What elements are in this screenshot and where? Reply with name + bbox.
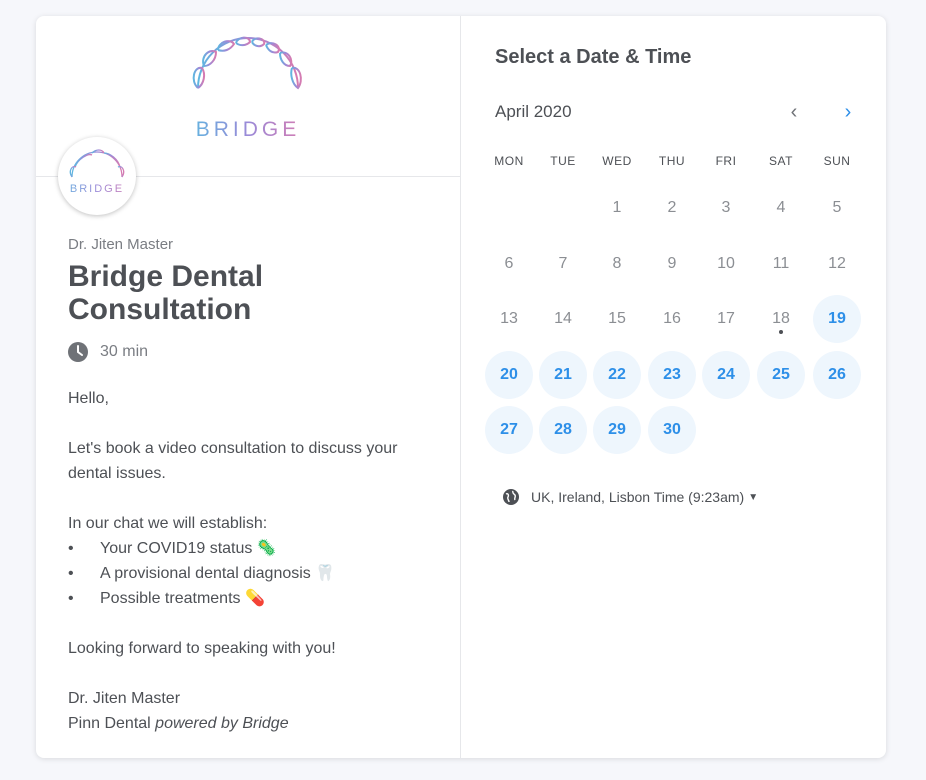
intro-text: Let's book a video consultation to discu…	[68, 440, 398, 482]
avatar-logo-arch	[69, 149, 125, 178]
weekday-fri: FRI	[715, 154, 737, 168]
calendar-day-2: 2	[667, 199, 677, 216]
powered-by: powered by Bridge	[155, 715, 289, 732]
calendar-day-28[interactable]: 28	[539, 406, 587, 454]
calendar-day-20[interactable]: 20	[485, 351, 533, 399]
weekday-header: MON TUE WED THU FRI SAT SUN	[485, 154, 867, 170]
calendar-day-13: 13	[500, 310, 518, 327]
calendar-day-3: 3	[721, 199, 731, 216]
calendar-day-5: 5	[832, 199, 842, 216]
calendar-day-14: 14	[554, 310, 572, 327]
calendar-day-6: 6	[504, 255, 514, 272]
calendar-day-29[interactable]: 29	[593, 406, 641, 454]
calendar-day-15: 15	[608, 310, 626, 327]
tooth-icon: 🦷	[315, 565, 336, 582]
calendar-day-19[interactable]: 19	[813, 295, 861, 343]
booking-card: BRIDGE BRIDGE Dr. Jiten Master Bridge De…	[36, 16, 886, 758]
calendar-day-9: 9	[667, 255, 677, 272]
event-description: Hello, Let's book a video consultation t…	[68, 386, 438, 736]
globe-icon	[503, 489, 519, 505]
calendar-day-4: 4	[776, 199, 786, 216]
calendar-day-11: 11	[772, 255, 790, 272]
calendar-day-22[interactable]: 22	[593, 351, 641, 399]
timezone-selector[interactable]: UK, Ireland, Lisbon Time (9:23am) ▼	[503, 487, 758, 507]
weekday-tue: TUE	[550, 154, 576, 168]
calendar-day-24[interactable]: 24	[702, 351, 750, 399]
weekday-sat: SAT	[769, 154, 793, 168]
calendar-day-23[interactable]: 23	[648, 351, 696, 399]
event-details-panel: BRIDGE BRIDGE Dr. Jiten Master Bridge De…	[36, 16, 461, 758]
signature-line: Pinn Dental powered by Bridge	[68, 711, 438, 736]
list-item: A provisional dental diagnosis 🦷	[68, 561, 438, 586]
calendar-panel: Select a Date & Time April 2020 ‹ › MON T…	[461, 16, 886, 758]
calendar-day-30[interactable]: 30	[648, 406, 696, 454]
pill-icon: 💊	[244, 590, 265, 607]
weekday-sun: SUN	[823, 154, 851, 168]
calendar-day-8: 8	[612, 255, 622, 272]
calendar-day-16: 16	[663, 310, 681, 327]
greeting: Hello,	[68, 390, 109, 407]
caret-down-icon: ▼	[748, 491, 759, 503]
today-indicator	[779, 330, 783, 334]
calendar-heading: Select a Date & Time	[495, 46, 692, 68]
calendar-day-26[interactable]: 26	[813, 351, 861, 399]
month-label: April 2020	[495, 102, 572, 121]
calendar-day-1: 1	[612, 199, 622, 216]
brand-logo: BRIDGE	[188, 36, 308, 141]
calendar-day-27[interactable]: 27	[485, 406, 533, 454]
establish-heading: In our chat we will establish:	[68, 515, 268, 532]
event-title: Bridge Dental Consultation	[68, 260, 264, 326]
duration-label: 30 min	[100, 343, 149, 360]
organizer-avatar: BRIDGE	[58, 137, 136, 215]
weekday-wed: WED	[602, 154, 632, 168]
list-item: Your COVID19 status 🦠	[68, 536, 438, 561]
calendar-day-25[interactable]: 25	[757, 351, 805, 399]
calendar-day-18: 18	[757, 295, 805, 343]
avatar-wordmark: BRIDGE	[58, 183, 136, 195]
list-item: Possible treatments 💊	[68, 586, 438, 611]
establish-list: Your COVID19 status 🦠 A provisional dent…	[68, 536, 438, 611]
closing-text: Looking forward to speaking with you!	[68, 640, 336, 657]
weekday-thu: THU	[658, 154, 686, 168]
event-duration: 30 min	[68, 340, 148, 364]
calendar-day-21[interactable]: 21	[539, 351, 587, 399]
signature-company: Pinn Dental	[68, 715, 151, 732]
timezone-label: UK, Ireland, Lisbon Time (9:23am)	[531, 489, 745, 505]
logo-arch	[192, 36, 302, 90]
chevron-right-icon[interactable]: ›	[839, 102, 857, 122]
signature-name: Dr. Jiten Master	[68, 690, 181, 707]
brand-wordmark: BRIDGE	[188, 118, 308, 142]
calendar-day-7: 7	[558, 255, 568, 272]
clock-icon	[68, 342, 88, 362]
virus-icon: 🦠	[256, 540, 277, 557]
calendar-day-10: 10	[717, 255, 735, 272]
weekday-mon: MON	[494, 154, 524, 168]
chevron-left-icon[interactable]: ‹	[785, 102, 803, 122]
calendar-day-17: 17	[717, 310, 735, 327]
calendar-day-12: 12	[828, 255, 846, 272]
host-name: Dr. Jiten Master	[68, 236, 174, 253]
